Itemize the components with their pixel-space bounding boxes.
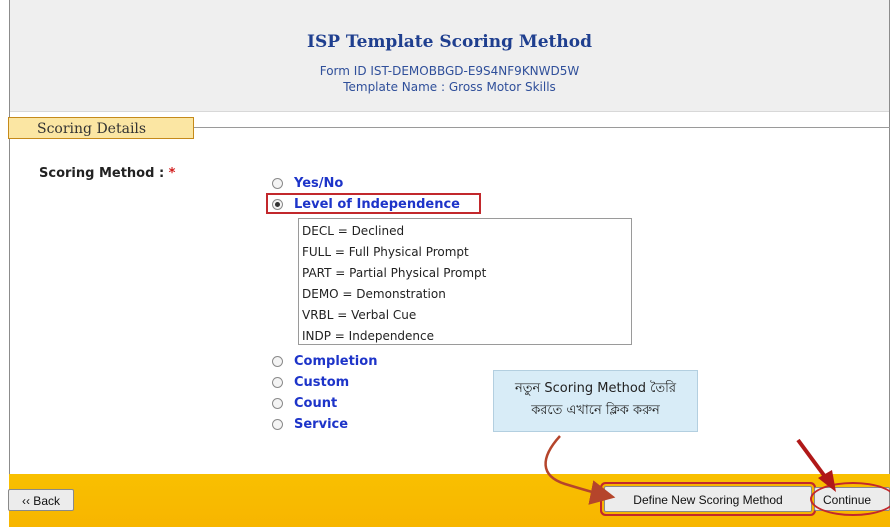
option-service[interactable]: Service <box>272 417 348 432</box>
instruction-line-1: নতুন Scoring Method তৈরি <box>514 381 677 396</box>
level-definitions-box: DECL = Declined FULL = Full Physical Pro… <box>298 218 632 345</box>
option-count-label: Count <box>294 396 338 411</box>
option-yes-no[interactable]: Yes/No <box>272 176 343 191</box>
radio-count[interactable] <box>272 398 283 409</box>
instruction-callout: নতুন Scoring Method তৈরি করতে এখানে ক্লি… <box>493 370 698 432</box>
level-item: PART = Partial Physical Prompt <box>302 266 487 280</box>
scoring-method-label-text: Scoring Method : <box>39 166 165 181</box>
option-yes-no-label: Yes/No <box>294 176 344 191</box>
option-completion-label: Completion <box>294 354 378 369</box>
instruction-line-2: করতে এখানে ক্লিক করুন <box>531 403 660 418</box>
radio-yes-no[interactable] <box>272 178 283 189</box>
page-header: ISP Template Scoring Method Form ID IST-… <box>10 0 889 112</box>
radio-custom[interactable] <box>272 377 283 388</box>
level-item: DEMO = Demonstration <box>302 287 446 301</box>
radio-completion[interactable] <box>272 356 283 367</box>
level-item: INDP = Independence <box>302 329 435 343</box>
level-item: VRBL = Verbal Cue <box>302 308 417 322</box>
template-name-text: Template Name : Gross Motor Skills <box>343 80 556 94</box>
define-new-scoring-method-button[interactable]: Define New Scoring Method <box>604 486 812 512</box>
option-custom-label: Custom <box>294 375 350 390</box>
page-title: ISP Template Scoring Method <box>307 32 592 52</box>
option-custom[interactable]: Custom <box>272 375 349 390</box>
highlight-ring-continue <box>810 482 890 516</box>
level-item: FULL = Full Physical Prompt <box>302 245 469 259</box>
back-button[interactable]: ‹‹ Back <box>8 489 74 511</box>
scoring-method-label: Scoring Method : * <box>39 166 175 181</box>
section-legend: Scoring Details <box>8 117 194 139</box>
option-completion[interactable]: Completion <box>272 354 377 369</box>
highlight-box-level-of-independence <box>266 193 481 214</box>
level-item: DECL = Declined <box>302 224 405 238</box>
form-id-text: Form ID IST-DEMOBBGD-E9S4NF9KNWD5W <box>319 64 580 78</box>
radio-service[interactable] <box>272 419 283 430</box>
required-mark: * <box>168 166 176 181</box>
option-service-label: Service <box>294 417 349 432</box>
option-count[interactable]: Count <box>272 396 337 411</box>
